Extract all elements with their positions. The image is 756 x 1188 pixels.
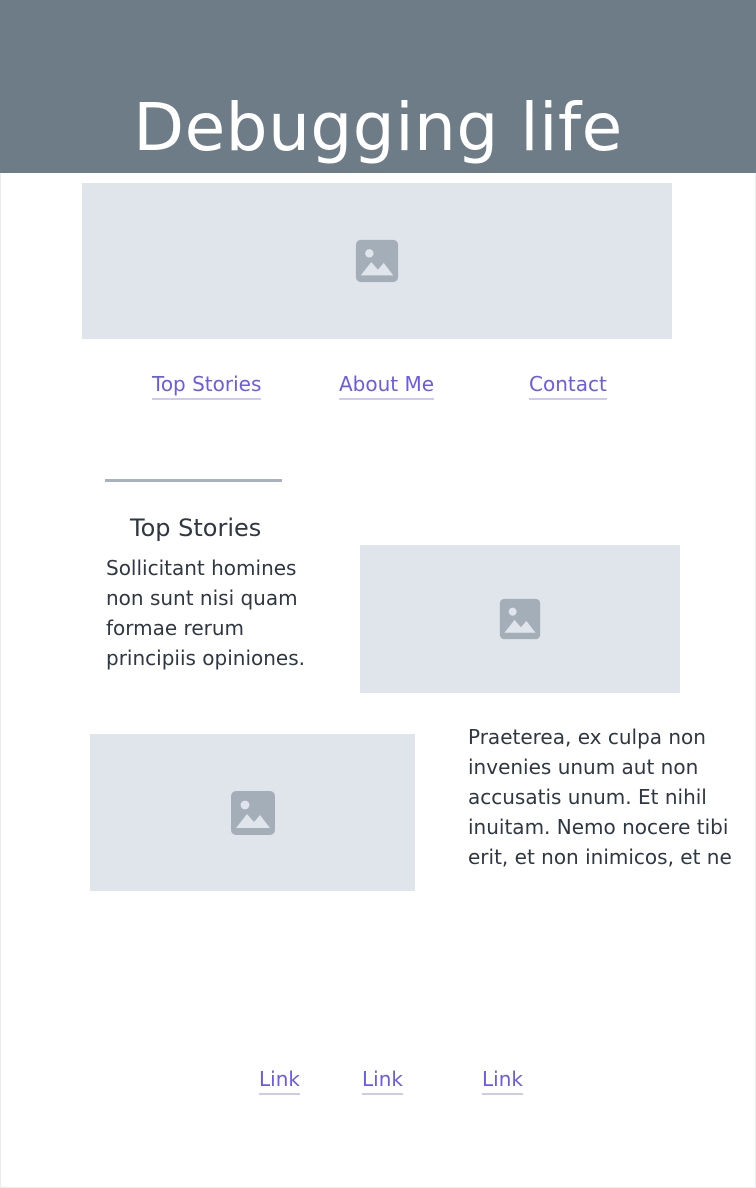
image-icon [355, 239, 399, 283]
site-header: Debugging life [0, 0, 756, 173]
footer-link-1[interactable]: Link [259, 1066, 300, 1095]
story-image-2 [90, 734, 415, 891]
nav-link-about-me[interactable]: About Me [339, 371, 435, 400]
image-icon [230, 790, 275, 835]
story-image-1 [360, 545, 680, 693]
site-title: Debugging life [133, 89, 623, 166]
story-paragraph-2: Praeterea, ex culpa non invenies unum au… [468, 725, 732, 869]
story-paragraph-1: Sollicitant homines non sunt nisi quam f… [106, 556, 306, 670]
footer-link-3[interactable]: Link [482, 1066, 523, 1095]
hero-image [82, 183, 672, 339]
nav-link-contact[interactable]: Contact [529, 371, 607, 400]
section-divider [105, 479, 282, 482]
image-icon [499, 598, 541, 640]
section-title: Top Stories [130, 514, 262, 542]
nav-link-top-stories[interactable]: Top Stories [152, 371, 262, 400]
footer-link-2[interactable]: Link [362, 1066, 403, 1095]
